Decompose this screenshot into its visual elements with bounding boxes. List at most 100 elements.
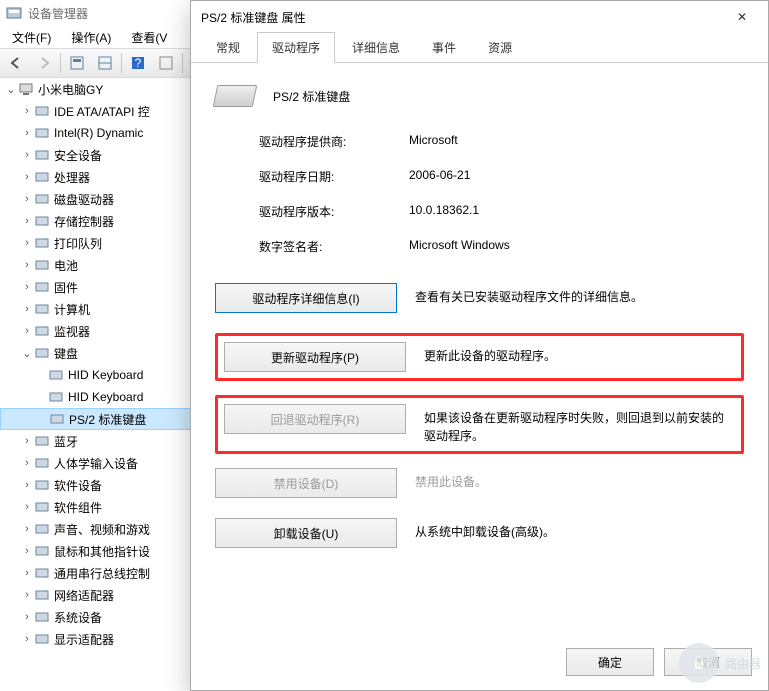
tree-node[interactable]: ›存储控制器 [0, 210, 210, 232]
tree-node[interactable]: ›电池 [0, 254, 210, 276]
expand-icon[interactable]: › [20, 457, 34, 469]
tree-node[interactable]: › 监视器 [0, 320, 210, 342]
tree-node[interactable]: ›软件组件 [0, 496, 210, 518]
collapse-icon[interactable]: ⌄ [4, 83, 18, 96]
provider-label: 驱动程序提供商: [259, 133, 409, 150]
toolbar-btn-3[interactable] [154, 51, 178, 75]
date-label: 驱动程序日期: [259, 168, 409, 185]
device-tree[interactable]: ⌄ 小米电脑GY › IDE ATA/ATAPI 控 › Intel(R) Dynam… [0, 78, 210, 691]
disk-icon [34, 191, 50, 207]
dialog-title: PS/2 标准键盘 属性 [201, 9, 726, 26]
expand-icon[interactable]: ⌄ [20, 347, 34, 360]
tree-child-label: HID Keyboard [68, 368, 143, 382]
tab-resources[interactable]: 资源 [473, 32, 527, 62]
tree-node[interactable]: › Intel(R) Dynamic [0, 122, 210, 144]
tree-node[interactable]: ›安全设备 [0, 144, 210, 166]
tab-details[interactable]: 详细信息 [337, 32, 415, 62]
tree-node[interactable]: ›计算机 [0, 298, 210, 320]
driver-details-button[interactable]: 驱动程序详细信息(I) [215, 283, 397, 313]
tree-node-label: 监视器 [54, 323, 90, 340]
printer-icon [34, 235, 50, 251]
tree-node[interactable]: › 通用串行总线控制 [0, 562, 210, 584]
expand-icon[interactable]: › [20, 127, 34, 139]
dialog-titlebar[interactable]: PS/2 标准键盘 属性 ✕ [191, 1, 768, 33]
tab-events[interactable]: 事件 [417, 32, 471, 62]
menu-view[interactable]: 查看(V [125, 27, 173, 48]
forward-button[interactable] [32, 51, 56, 75]
tree-node[interactable]: › IDE ATA/ATAPI 控 [0, 100, 210, 122]
expand-icon[interactable]: › [20, 589, 34, 601]
expand-icon[interactable]: › [20, 149, 34, 161]
close-button[interactable]: ✕ [726, 4, 758, 30]
tree-node[interactable]: ›声音、视频和游戏 [0, 518, 210, 540]
software-icon [34, 477, 50, 493]
expand-icon[interactable]: › [20, 479, 34, 491]
tree-node[interactable]: ›打印队列 [0, 232, 210, 254]
tree-node[interactable]: ›鼠标和其他指针设 [0, 540, 210, 562]
expand-icon[interactable]: › [20, 501, 34, 513]
menu-file[interactable]: 文件(F) [6, 27, 57, 48]
expand-icon[interactable]: › [20, 545, 34, 557]
tree-node[interactable]: ›处理器 [0, 166, 210, 188]
tab-driver[interactable]: 驱动程序 [257, 32, 335, 63]
expand-icon[interactable]: › [20, 303, 34, 315]
tree-node[interactable]: › 人体学输入设备 [0, 452, 210, 474]
toolbar-separator [182, 53, 183, 73]
tree-node[interactable]: ⌄键盘 [0, 342, 210, 364]
svg-text:?: ? [135, 56, 142, 70]
chip-icon [34, 125, 50, 141]
tree-child[interactable]: HID Keyboard [0, 386, 210, 408]
expand-icon[interactable]: › [20, 633, 34, 645]
expand-icon[interactable]: › [20, 215, 34, 227]
back-button[interactable] [4, 51, 28, 75]
expand-icon[interactable]: › [20, 171, 34, 183]
tree-node-label: Intel(R) Dynamic [54, 126, 143, 140]
tree-node[interactable]: ›显示适配器 [0, 628, 210, 650]
tree-node[interactable]: ›磁盘驱动器 [0, 188, 210, 210]
keyboard-icon [48, 389, 64, 405]
disable-device-button[interactable]: 禁用设备(D) [215, 468, 397, 498]
update-driver-button[interactable]: 更新驱动程序(P) [224, 342, 406, 372]
tree-node[interactable]: ›系统设备 [0, 606, 210, 628]
tree-node-label: 通用串行总线控制 [54, 565, 150, 582]
expand-icon[interactable]: › [20, 611, 34, 623]
expand-icon[interactable]: › [20, 237, 34, 249]
tree-node-label: 人体学输入设备 [54, 455, 138, 472]
keyboard-icon [34, 345, 50, 361]
tree-child[interactable]: HID Keyboard [0, 364, 210, 386]
tree-root[interactable]: ⌄ 小米电脑GY [0, 78, 210, 100]
rollback-driver-button[interactable]: 回退驱动程序(R) [224, 404, 406, 434]
tree-node-label: 软件设备 [54, 477, 102, 494]
uninstall-device-button[interactable]: 卸载设备(U) [215, 518, 397, 548]
sound-icon [34, 521, 50, 537]
menu-action[interactable]: 操作(A) [65, 27, 117, 48]
expand-icon[interactable]: › [20, 281, 34, 293]
keyboard-icon [213, 85, 258, 107]
help-button[interactable]: ? [126, 51, 150, 75]
cancel-button[interactable]: 取消 [664, 648, 752, 676]
expand-icon[interactable]: › [20, 435, 34, 447]
ide-icon [34, 103, 50, 119]
tree-node[interactable]: › 软件设备 [0, 474, 210, 496]
expand-icon[interactable]: › [20, 259, 34, 271]
expand-icon[interactable]: › [20, 193, 34, 205]
tree-child-label: PS/2 标准键盘 [69, 411, 146, 428]
ok-button[interactable]: 确定 [566, 648, 654, 676]
toolbar-btn-1[interactable] [65, 51, 89, 75]
tree-node-label: IDE ATA/ATAPI 控 [54, 103, 150, 120]
expand-icon[interactable]: › [20, 523, 34, 535]
tab-general[interactable]: 常规 [201, 32, 255, 62]
toolbar-btn-2[interactable] [93, 51, 117, 75]
tree-node[interactable]: ›蓝牙 [0, 430, 210, 452]
tree-node[interactable]: ›固件 [0, 276, 210, 298]
expand-icon[interactable]: › [20, 105, 34, 117]
expand-icon[interactable]: › [20, 567, 34, 579]
battery-icon [34, 257, 50, 273]
usb-icon [34, 565, 50, 581]
expand-icon[interactable]: › [20, 325, 34, 337]
tree-child[interactable]: PS/2 标准键盘 [0, 408, 210, 430]
tree-node[interactable]: ›网络适配器 [0, 584, 210, 606]
keyboard-icon [48, 367, 64, 383]
monitor-icon [34, 323, 50, 339]
cpu-icon [34, 169, 50, 185]
